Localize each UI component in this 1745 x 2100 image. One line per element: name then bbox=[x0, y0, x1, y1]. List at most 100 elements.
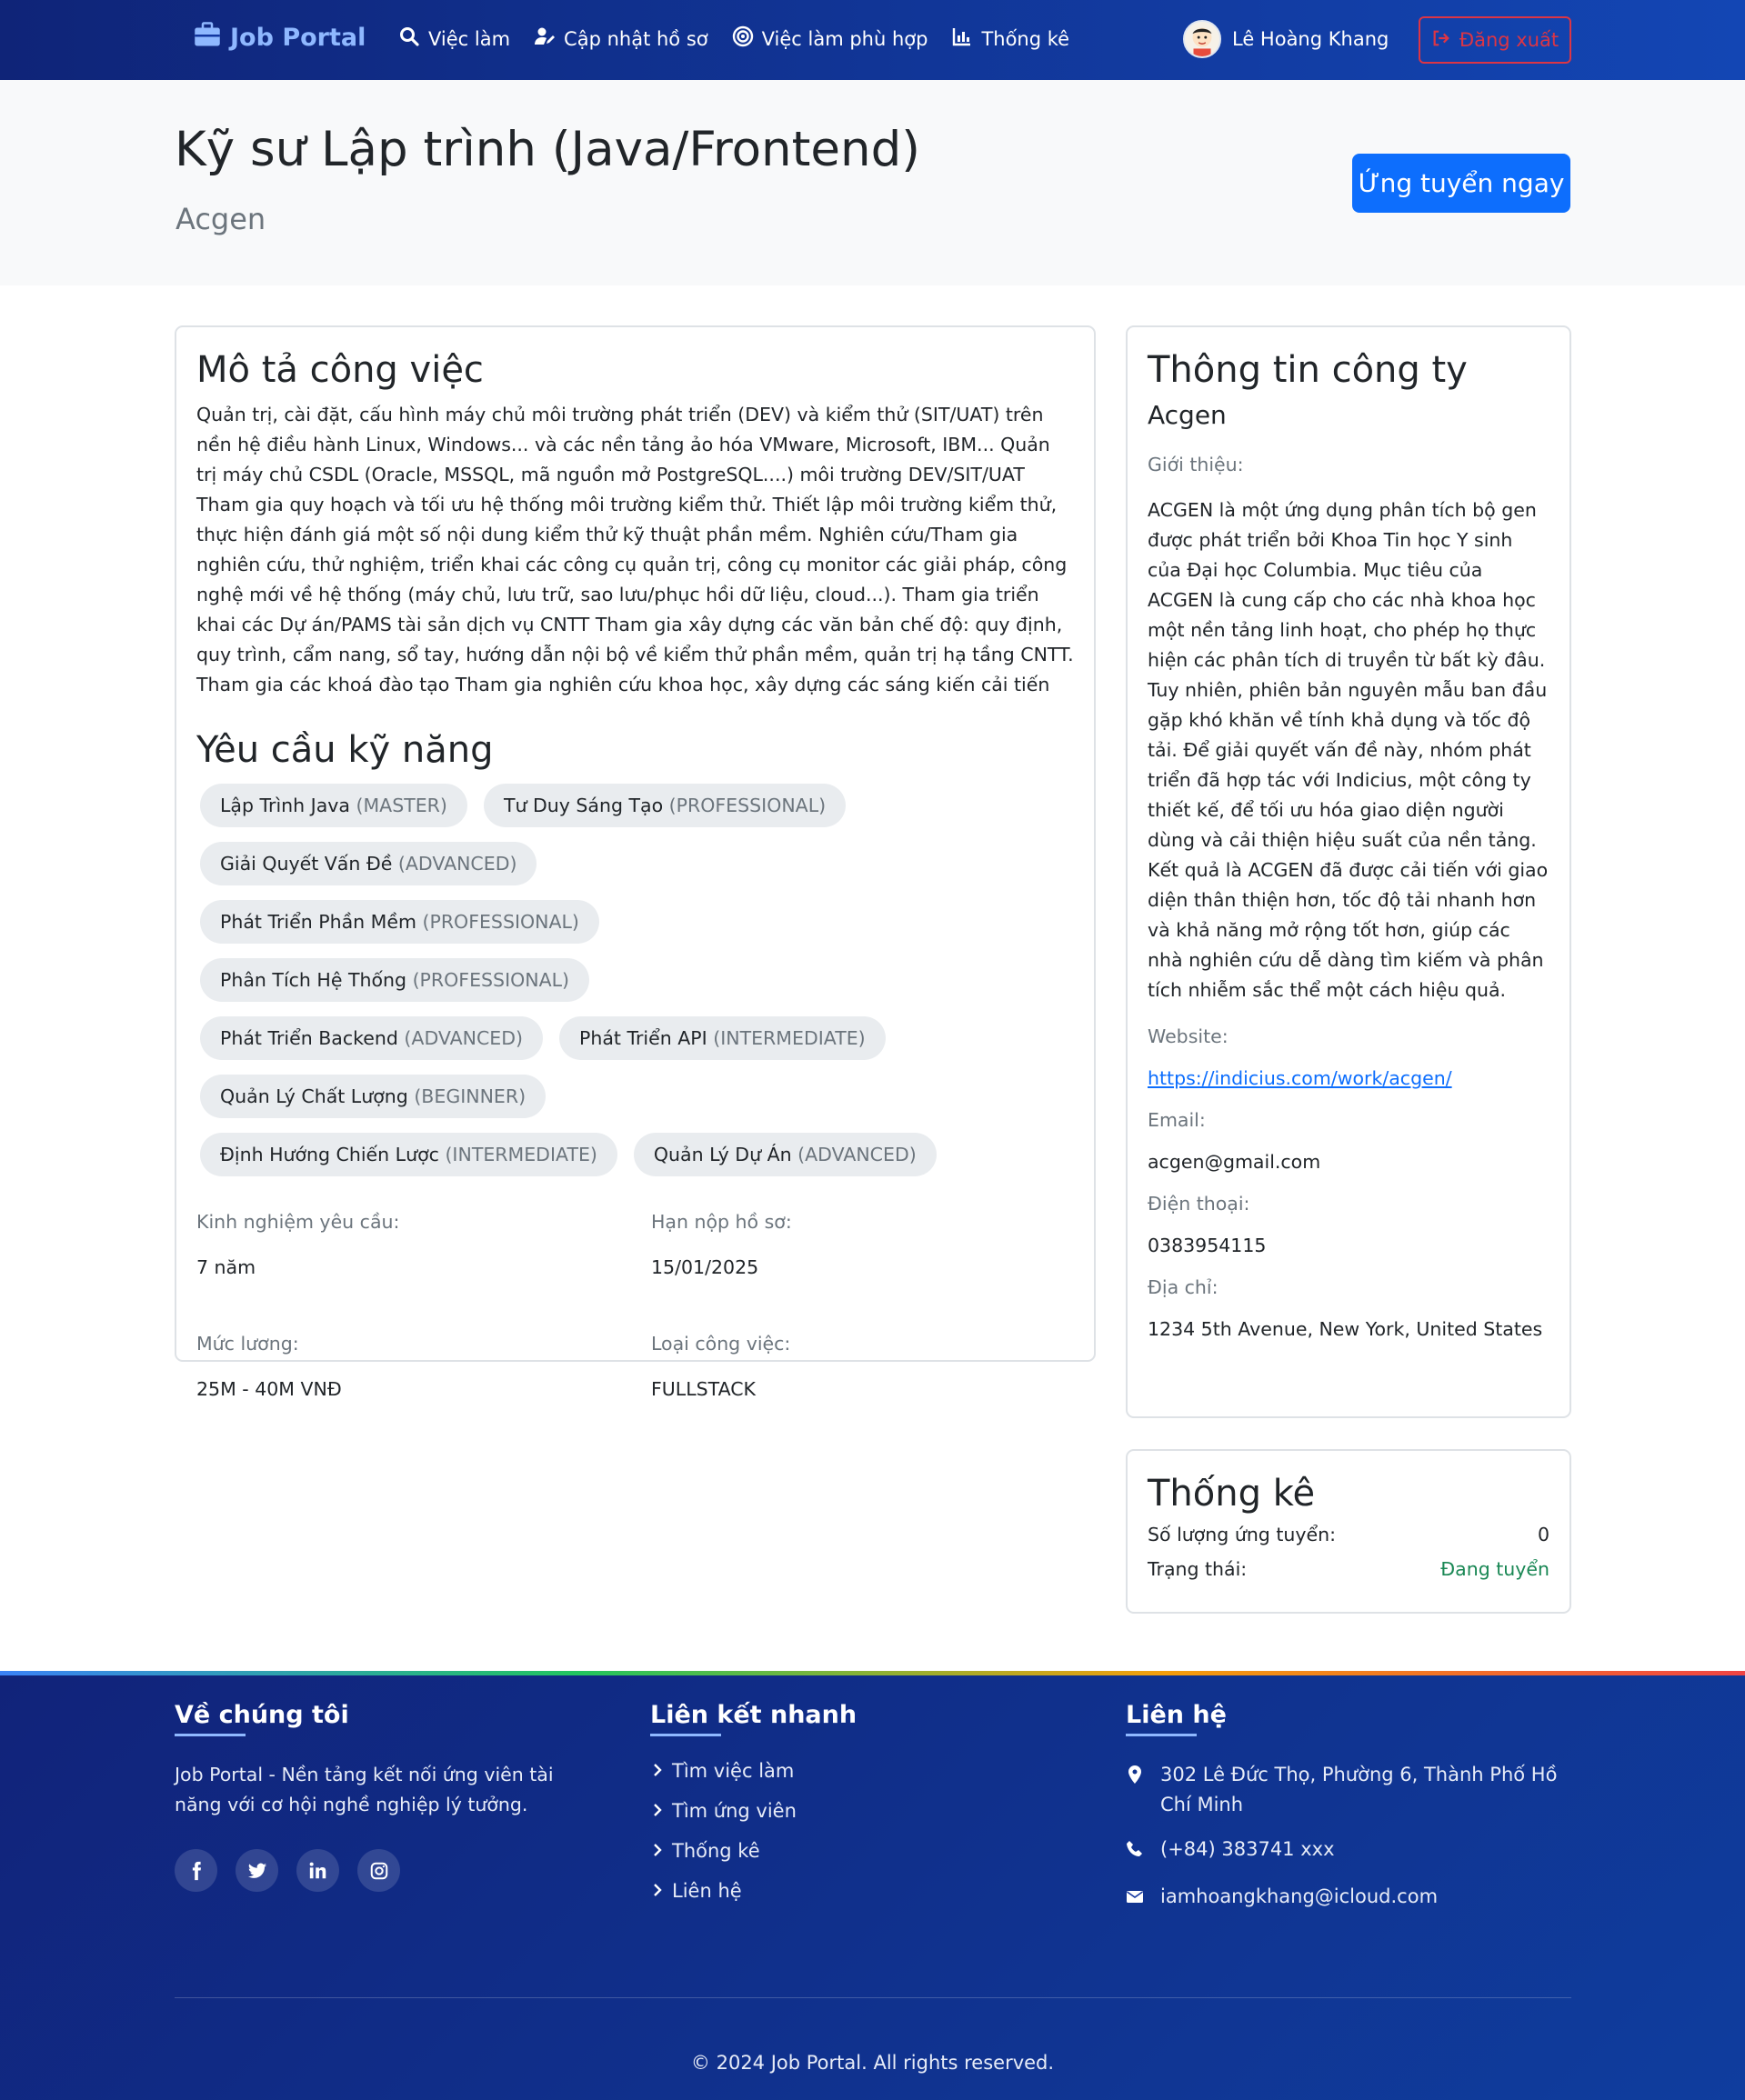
skill-name: Phát Triển API bbox=[579, 1027, 707, 1049]
job-type-value: FULLSTACK bbox=[651, 1378, 757, 1400]
skill-level: (MASTER) bbox=[356, 795, 447, 816]
salary-value: 25M - 40M VNĐ bbox=[196, 1378, 342, 1400]
stats-card: Thống kê Số lượng ứng tuyển: 0 Trạng thá… bbox=[1126, 1449, 1571, 1614]
skill-level: (PROFESSIONAL) bbox=[668, 795, 827, 816]
skill-badge: Phân Tích Hệ Thống (PROFESSIONAL) bbox=[200, 958, 590, 1002]
salary-label: Mức lương: bbox=[196, 1333, 299, 1355]
footer-contact-heading: Liên hệ bbox=[1126, 1701, 1227, 1736]
footer-link-statistics[interactable]: Thống kê bbox=[650, 1840, 857, 1862]
skill-badge: Quản Lý Chất Lượng (BEGINNER) bbox=[200, 1075, 547, 1118]
job-detail-card: Mô tả công việc Quản trị, cài đặt, cấu h… bbox=[175, 325, 1096, 1400]
skill-badge: Quản Lý Dự Án (ADVANCED) bbox=[633, 1133, 937, 1176]
nav-statistics[interactable]: Thống kê bbox=[951, 25, 1069, 52]
skill-level: (BEGINNER) bbox=[414, 1085, 527, 1107]
skills-heading: Yêu cầu kỹ năng bbox=[196, 729, 494, 771]
nav-update-profile-label: Cập nhật hồ sơ bbox=[564, 27, 708, 50]
footer-email-text: iamhoangkhang@icloud.com bbox=[1160, 1885, 1439, 1907]
deadline-label: Hạn nộp hồ sơ: bbox=[651, 1211, 792, 1233]
user-name: Lê Hoàng Khang bbox=[1232, 28, 1389, 50]
footer-link-label: Tìm việc làm bbox=[672, 1760, 795, 1782]
company-email: acgen@gmail.com bbox=[1148, 1151, 1321, 1173]
skill-name: Phát Triển Phần Mềm bbox=[220, 911, 416, 933]
navbar: Job Portal Việc làm Cập nhật hồ sơ Việc … bbox=[0, 0, 1745, 80]
chart-icon bbox=[951, 25, 973, 52]
facebook-icon[interactable] bbox=[175, 1849, 217, 1892]
nav-jobs[interactable]: Việc làm bbox=[398, 25, 510, 52]
company-phone: 0383954115 bbox=[1148, 1235, 1267, 1256]
skill-badge: Giải Quyết Vấn Đề (ADVANCED) bbox=[200, 842, 537, 885]
email-label: Email: bbox=[1148, 1109, 1206, 1131]
footer-divider bbox=[175, 1997, 1571, 1998]
job-header: Kỹ sư Lập trình (Java/Frontend) Acgen Ứn… bbox=[0, 80, 1745, 285]
sign-out-icon bbox=[1431, 28, 1451, 53]
skill-name: Quản Lý Dự Án bbox=[653, 1144, 792, 1165]
intro-label: Giới thiệu: bbox=[1148, 454, 1244, 475]
company-subtitle: Acgen bbox=[176, 202, 266, 236]
footer-link-label: Tìm ứng viên bbox=[672, 1800, 797, 1822]
job-meta: Kinh nghiệm yêu cầu: 7 năm Hạn nộp hồ sơ… bbox=[196, 1211, 1074, 1455]
skill-level: (ADVANCED) bbox=[404, 1027, 523, 1049]
skill-level: (PROFESSIONAL) bbox=[422, 911, 579, 933]
briefcase-icon bbox=[194, 22, 221, 54]
phone-label: Điện thoại: bbox=[1148, 1193, 1250, 1215]
applicants-row: Số lượng ứng tuyển: 0 bbox=[1148, 1524, 1549, 1545]
company-address: 1234 5th Avenue, New York, United States bbox=[1148, 1318, 1543, 1340]
logout-label: Đăng xuất bbox=[1459, 29, 1559, 51]
nav-matching-jobs-label: Việc làm phù hợp bbox=[761, 27, 928, 50]
website-label: Website: bbox=[1148, 1025, 1229, 1047]
footer-link-find-candidates[interactable]: Tìm ứng viên bbox=[650, 1800, 857, 1822]
nav-statistics-label: Thống kê bbox=[981, 27, 1070, 50]
company-heading: Thông tin công ty bbox=[1148, 349, 1468, 391]
linkedin-icon[interactable] bbox=[296, 1849, 339, 1892]
footer-link-find-jobs[interactable]: Tìm việc làm bbox=[650, 1760, 857, 1782]
applicants-label: Số lượng ứng tuyển: bbox=[1148, 1524, 1337, 1545]
footer-phone: (+84) 383741 xxx bbox=[1126, 1835, 1571, 1867]
footer-phone-text: (+84) 383741 xxx bbox=[1160, 1838, 1335, 1860]
envelope-icon bbox=[1126, 1882, 1144, 1915]
footer-about-text: Job Portal - Nền tảng kết nối ứng viên t… bbox=[175, 1764, 554, 1815]
avatar bbox=[1183, 20, 1221, 58]
footer-link-label: Thống kê bbox=[672, 1840, 760, 1862]
skill-name: Phát Triển Backend bbox=[220, 1027, 398, 1049]
footer-contact: Liên hệ 302 Lê Đức Thọ, Phường 6, Thành … bbox=[1126, 1701, 1571, 1929]
skill-badge: Tư Duy Sáng Tạo (PROFESSIONAL) bbox=[483, 784, 847, 827]
skill-badge: Phát Triển Phần Mềm (PROFESSIONAL) bbox=[200, 900, 599, 944]
company-name: Acgen bbox=[1148, 400, 1227, 430]
instagram-icon[interactable] bbox=[357, 1849, 400, 1892]
skill-level: (INTERMEDIATE) bbox=[713, 1027, 866, 1049]
description-heading: Mô tả công việc bbox=[196, 349, 484, 391]
logout-button[interactable]: Đăng xuất bbox=[1419, 16, 1571, 64]
status-badge: Đang tuyển bbox=[1440, 1558, 1549, 1580]
chevron-right-icon bbox=[650, 1800, 665, 1822]
experience-label: Kinh nghiệm yêu cầu: bbox=[196, 1211, 400, 1233]
company-website-link[interactable]: https://indicius.com/work/acgen/ bbox=[1148, 1067, 1549, 1089]
stats-heading: Thống kê bbox=[1148, 1473, 1316, 1515]
apply-button[interactable]: Ứng tuyển ngay bbox=[1352, 154, 1570, 213]
brand-logo[interactable]: Job Portal bbox=[194, 22, 366, 54]
skill-badge: Lập Trình Java (MASTER) bbox=[200, 784, 467, 827]
skill-level: (ADVANCED) bbox=[797, 1144, 917, 1165]
search-icon bbox=[398, 25, 420, 52]
page-title: Kỹ sư Lập trình (Java/Frontend) bbox=[175, 122, 920, 177]
applicants-count: 0 bbox=[1537, 1524, 1549, 1545]
footer: Về chúng tôi Job Portal - Nền tảng kết n… bbox=[0, 1675, 1745, 2100]
footer-link-contact[interactable]: Liên hệ bbox=[650, 1880, 857, 1902]
nav-matching-jobs[interactable]: Việc làm phù hợp bbox=[732, 25, 928, 52]
skill-name: Giải Quyết Vấn Đề bbox=[220, 853, 393, 875]
job-type-label: Loại công việc: bbox=[651, 1333, 791, 1355]
address-label: Địa chỉ: bbox=[1148, 1276, 1218, 1298]
experience-value: 7 năm bbox=[196, 1256, 256, 1278]
skill-name: Tư Duy Sáng Tạo bbox=[503, 795, 664, 816]
user-menu[interactable]: Lê Hoàng Khang bbox=[1183, 20, 1389, 58]
nav-update-profile[interactable]: Cập nhật hồ sơ bbox=[534, 25, 708, 52]
skill-name: Lập Trình Java bbox=[220, 795, 350, 816]
footer-links-heading: Liên kết nhanh bbox=[650, 1701, 857, 1736]
deadline-value: 15/01/2025 bbox=[651, 1256, 759, 1278]
skills-list: Lập Trình Java (MASTER) Tư Duy Sáng Tạo … bbox=[196, 784, 942, 1176]
target-icon bbox=[732, 25, 754, 52]
skill-level: (PROFESSIONAL) bbox=[412, 969, 570, 991]
footer-email[interactable]: iamhoangkhang@icloud.com bbox=[1126, 1882, 1571, 1915]
twitter-icon[interactable] bbox=[236, 1849, 278, 1892]
footer-link-label: Liên hệ bbox=[672, 1880, 742, 1902]
chevron-right-icon bbox=[650, 1760, 665, 1782]
